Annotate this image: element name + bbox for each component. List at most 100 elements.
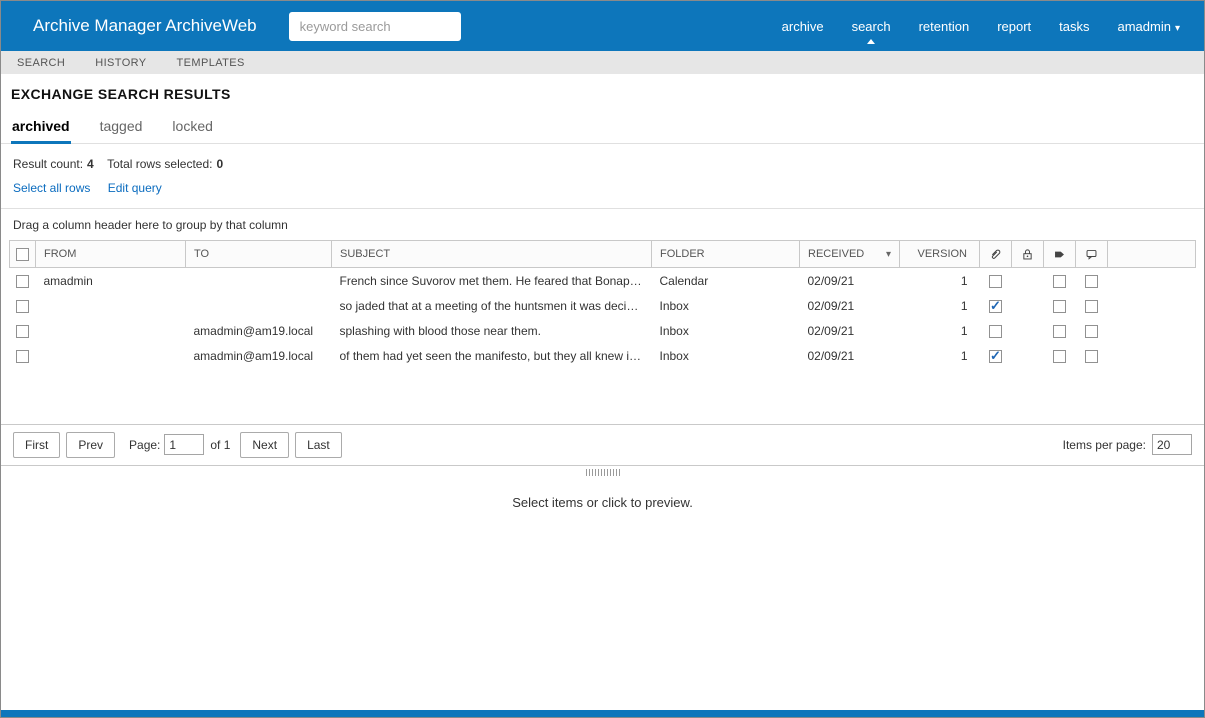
tab-archived[interactable]: archived <box>11 116 71 144</box>
column-header-tag[interactable] <box>1043 240 1076 268</box>
attachment-checkbox[interactable] <box>989 298 1002 314</box>
subnav-search[interactable]: SEARCH <box>17 57 65 69</box>
cell-version: 1 <box>960 273 968 288</box>
row-select-checkbox[interactable] <box>16 299 29 313</box>
tag-icon <box>1055 251 1064 257</box>
cell-received: 02/09/21 <box>807 323 855 338</box>
row-select-checkbox[interactable] <box>16 324 29 338</box>
column-header-comment[interactable] <box>1075 240 1108 268</box>
tag-checkbox[interactable] <box>1053 324 1066 338</box>
cell-received: 02/09/21 <box>807 348 855 363</box>
column-header-to[interactable]: TO <box>185 240 332 268</box>
cell-lock <box>1012 343 1044 368</box>
cell-subject[interactable]: so jaded that at a meeting of the huntsm… <box>332 293 652 318</box>
cell-from <box>36 318 186 343</box>
cell-subject[interactable]: French since Suvorov met them. He feared… <box>332 268 652 293</box>
select-all-rows-link[interactable]: Select all rows <box>13 181 90 195</box>
nav-retention[interactable]: retention <box>905 19 984 34</box>
cell-received: 02/09/21 <box>807 298 855 313</box>
items-per-page-label: Items per page: <box>1062 437 1146 452</box>
table-row[interactable]: so jaded that at a meeting of the huntsm… <box>10 293 1196 318</box>
top-nav: archive search retention report tasks am… <box>768 19 1194 34</box>
action-links-row: Select all rows Edit query <box>1 171 1204 209</box>
result-count-label: Result count: <box>13 157 84 171</box>
page-number-input[interactable] <box>164 434 205 455</box>
user-menu[interactable]: amadmin ▾ <box>1104 19 1195 34</box>
nav-tasks[interactable]: tasks <box>1045 19 1103 34</box>
preview-placeholder-text: Select items or click to preview. <box>512 494 693 510</box>
tab-locked[interactable]: locked <box>171 116 213 143</box>
row-select-checkbox[interactable] <box>16 274 29 288</box>
keyword-search-input[interactable] <box>288 11 461 41</box>
cell-lock <box>1012 293 1044 318</box>
row-select-checkbox[interactable] <box>16 349 29 363</box>
comment-checkbox[interactable] <box>1085 324 1098 338</box>
subnav-templates[interactable]: TEMPLATES <box>177 57 245 69</box>
filter-caret-icon[interactable]: ▾ <box>886 249 891 260</box>
content-area: EXCHANGE SEARCH RESULTS archived tagged … <box>1 86 1204 466</box>
edit-query-link[interactable]: Edit query <box>108 181 162 195</box>
rows-selected-value: 0 <box>216 157 224 171</box>
table-row[interactable]: amadmin@am19.local of them had yet seen … <box>10 343 1196 368</box>
table-row[interactable]: amadmin French since Suvorov met them. H… <box>10 268 1196 293</box>
cell-to: amadmin@am19.local <box>193 348 314 363</box>
attachment-checkbox[interactable] <box>989 348 1002 364</box>
column-header-subject[interactable]: SUBJECT <box>331 240 652 268</box>
select-all-checkbox[interactable] <box>16 247 29 261</box>
cell-filler <box>1108 268 1196 293</box>
column-header-version[interactable]: VERSION <box>899 240 980 268</box>
attachment-checkbox[interactable] <box>989 274 1002 288</box>
app-title: Archive Manager ArchiveWeb <box>33 16 257 35</box>
first-page-button[interactable]: First <box>13 431 61 458</box>
tag-checkbox[interactable] <box>1053 349 1066 363</box>
column-header-folder[interactable]: FOLDER <box>651 240 800 268</box>
cell-subject[interactable]: splashing with blood those near them. <box>332 318 652 343</box>
nav-archive[interactable]: archive <box>768 19 838 34</box>
user-menu-label: amadmin <box>1117 18 1171 34</box>
bottom-accent-bar <box>1 710 1204 717</box>
comment-bubble-icon <box>1086 249 1097 260</box>
comment-checkbox[interactable] <box>1085 299 1098 313</box>
tag-checkbox[interactable] <box>1053 274 1066 288</box>
next-page-button[interactable]: Next <box>240 431 290 458</box>
select-all-checkbox-header[interactable] <box>9 240 36 268</box>
tag-checkbox[interactable] <box>1053 299 1066 313</box>
cell-from: amadmin <box>43 273 93 288</box>
cell-version: 1 <box>960 323 968 338</box>
prev-page-button[interactable]: Prev <box>66 431 116 458</box>
lock-icon <box>1023 248 1032 259</box>
cell-filler <box>1108 343 1196 368</box>
tab-tagged[interactable]: tagged <box>99 116 144 143</box>
attachment-checkbox[interactable] <box>989 324 1002 338</box>
items-per-page-input[interactable] <box>1152 434 1192 455</box>
column-header-received[interactable]: RECEIVED ▾ <box>799 240 900 268</box>
column-header-from[interactable]: FROM <box>35 240 186 268</box>
table-row[interactable]: amadmin@am19.local splashing with blood … <box>10 318 1196 343</box>
comment-checkbox[interactable] <box>1085 274 1098 288</box>
splitter-grip-icon <box>585 468 620 476</box>
cell-folder: Calendar <box>659 273 709 288</box>
page-of-label: of 1 <box>210 437 231 452</box>
last-page-button[interactable]: Last <box>295 431 342 458</box>
page-title: EXCHANGE SEARCH RESULTS <box>11 86 231 102</box>
comment-checkbox[interactable] <box>1085 349 1098 363</box>
filler-column-header <box>1107 240 1196 268</box>
archiveweb-window: Archive Manager ArchiveWeb archive searc… <box>0 0 1205 718</box>
cell-folder: Inbox <box>659 348 689 363</box>
nav-report[interactable]: report <box>983 19 1045 34</box>
cell-subject[interactable]: of them had yet seen the manifesto, but … <box>332 343 652 368</box>
cell-folder: Inbox <box>659 323 689 338</box>
subnav-history[interactable]: HISTORY <box>95 57 146 69</box>
cell-to <box>186 268 332 293</box>
pane-splitter[interactable] <box>1 466 1204 479</box>
column-header-lock[interactable] <box>1011 240 1044 268</box>
results-table: FROM TO SUBJECT FOLDER RECEIVED ▾ VERSION <box>9 240 1196 368</box>
result-tabs: archived tagged locked <box>1 116 1204 144</box>
items-per-page-group: Items per page: <box>1063 434 1192 455</box>
paperclip-icon <box>991 249 1001 259</box>
group-by-bar[interactable]: Drag a column header here to group by th… <box>9 209 1196 240</box>
cell-lock <box>1012 318 1044 343</box>
cell-to <box>186 293 332 318</box>
column-header-attachment[interactable] <box>979 240 1012 268</box>
nav-search[interactable]: search <box>838 19 905 34</box>
